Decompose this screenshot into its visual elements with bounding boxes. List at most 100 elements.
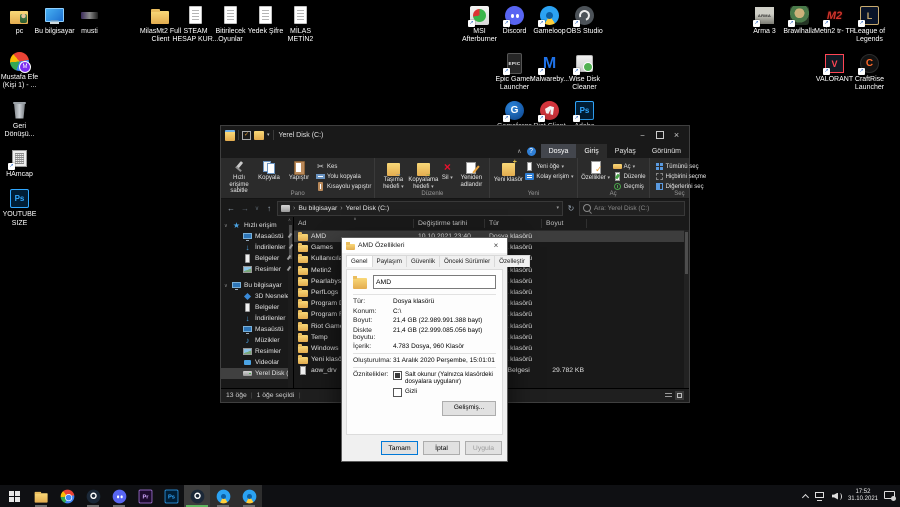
open-button[interactable]: Aç bbox=[612, 162, 646, 171]
desktop-icon[interactable]: Geri Dönüşü... bbox=[2, 99, 37, 140]
desktop-icon[interactable]: ARMA Arma 3 bbox=[747, 4, 782, 45]
dialog-tab[interactable]: Paylaşım bbox=[371, 255, 407, 267]
collapse-ribbon-icon[interactable] bbox=[517, 148, 521, 155]
desktop-icon[interactable]: pc bbox=[2, 4, 37, 36]
desktop-icon[interactable]: Discord bbox=[497, 4, 532, 45]
taskbar-app-button[interactable]: Ps bbox=[158, 485, 184, 507]
taskbar-app-button[interactable] bbox=[28, 485, 54, 507]
desktop-icon[interactable]: MİLAS METİN2 bbox=[283, 4, 318, 45]
desktop-icon[interactable]: Brawlhalla bbox=[782, 4, 817, 45]
taskbar-app-button[interactable] bbox=[210, 485, 236, 507]
delete-button[interactable]: Sil bbox=[438, 160, 456, 182]
search-box[interactable] bbox=[579, 200, 685, 216]
dialog-tab[interactable]: Genel bbox=[346, 255, 373, 267]
back-button[interactable]: ← bbox=[225, 204, 237, 213]
details-view-icon[interactable] bbox=[664, 391, 673, 400]
desktop-icon[interactable]: Yedek Şifre bbox=[248, 4, 283, 45]
new-folder-quick-icon[interactable] bbox=[254, 130, 264, 140]
desktop-icon[interactable]: C CraftRise Launcher bbox=[852, 52, 887, 93]
easy-access-button[interactable]: Kolay erişim bbox=[525, 172, 573, 181]
breadcrumb-this-pc[interactable]: Bu bilgisayar bbox=[298, 205, 337, 212]
taskbar-app-button[interactable] bbox=[54, 485, 80, 507]
column-header-date[interactable]: Değiştirme tarihi bbox=[414, 219, 485, 228]
sidebar-item[interactable]: İndirilenler bbox=[221, 242, 293, 253]
sidebar-item[interactable]: Masaüstü bbox=[221, 324, 293, 335]
dialog-title-bar[interactable]: AMD Özellikleri bbox=[342, 238, 507, 253]
desktop-icon[interactable]: Wise Disk Cleaner bbox=[567, 52, 602, 93]
sidebar-item[interactable]: Belgeler bbox=[221, 302, 293, 313]
paste-shortcut-button[interactable]: Kısayolu yapıştır bbox=[316, 182, 371, 191]
address-dropdown-icon[interactable] bbox=[556, 205, 559, 211]
desktop-icon[interactable]: STEAM HESAP KUR... bbox=[172, 4, 219, 45]
sidebar-item[interactable]: Resimler bbox=[221, 264, 293, 275]
up-button[interactable]: ↑ bbox=[263, 204, 275, 213]
dialog-close-icon[interactable] bbox=[489, 241, 503, 250]
action-center-icon[interactable] bbox=[884, 491, 896, 501]
sidebar-item[interactable]: Yerel Disk (C:) bbox=[221, 368, 293, 379]
pin-to-quick-access-button[interactable]: Hızlı erişime sabitle bbox=[224, 160, 254, 195]
sidebar-item[interactable]: Masaüstü bbox=[221, 231, 293, 242]
select-none-button[interactable]: Hiçbirini seçme bbox=[655, 172, 706, 181]
close-button[interactable] bbox=[668, 128, 685, 143]
large-icons-view-icon[interactable] bbox=[675, 391, 684, 400]
invert-selection-button[interactable]: Diğerlerini seç bbox=[655, 182, 707, 191]
cut-button[interactable]: Kes bbox=[316, 162, 371, 171]
taskbar-app-button[interactable] bbox=[184, 485, 210, 507]
readonly-checkbox-row[interactable]: Salt okunur (Yalnızca klasördeki dosyala… bbox=[393, 371, 496, 386]
sidebar-item[interactable]: Belgeler bbox=[221, 253, 293, 264]
ribbon-tab[interactable]: Paylaş bbox=[607, 144, 644, 158]
sidebar-item[interactable]: 3D Nesneler bbox=[221, 291, 293, 302]
desktop-icon[interactable]: EPIC Epic Games Launcher bbox=[495, 52, 534, 93]
ok-button[interactable]: Tamam bbox=[381, 441, 418, 455]
breadcrumb[interactable]: Bu bilgisayar Yerel Disk (C:) bbox=[277, 200, 563, 216]
advanced-button[interactable]: Gelişmiş... bbox=[442, 400, 496, 416]
title-bar[interactable]: Yerel Disk (C:) bbox=[221, 126, 689, 144]
desktop-icon[interactable]: V VALORANT bbox=[816, 52, 853, 93]
ribbon-tab[interactable]: Dosya bbox=[540, 144, 577, 158]
desktop-icon[interactable]: HAmcap bbox=[2, 147, 37, 179]
desktop-icon[interactable]: M2 Metin2 tr- TR bbox=[814, 4, 855, 45]
ribbon-tab[interactable]: Giriş bbox=[576, 144, 607, 158]
sidebar-item[interactable]: Bu bilgisayar bbox=[221, 280, 293, 291]
breadcrumb-local-disk[interactable]: Yerel Disk (C:) bbox=[346, 205, 390, 212]
taskbar-app-button[interactable] bbox=[80, 485, 106, 507]
help-icon[interactable] bbox=[526, 146, 536, 156]
sidebar-item[interactable]: Hızlı erişim bbox=[221, 220, 293, 231]
paste-button[interactable]: Yapıştır bbox=[284, 160, 314, 182]
quick-access-toolbar-caret-icon[interactable] bbox=[267, 132, 270, 138]
maximize-button[interactable] bbox=[651, 128, 668, 143]
cancel-button[interactable]: İptal bbox=[423, 441, 460, 455]
desktop-icon[interactable]: musti bbox=[72, 4, 107, 36]
desktop-icon[interactable]: OBS Studio bbox=[566, 4, 603, 45]
desktop-icon[interactable]: MSI Afterburner bbox=[462, 4, 497, 45]
desktop-icon[interactable]: L League of Legends bbox=[852, 4, 887, 45]
hidden-icons-chevron[interactable] bbox=[802, 494, 809, 499]
copy-path-button[interactable]: Yolu kopyala bbox=[316, 172, 371, 181]
file-list-scrollbar[interactable] bbox=[684, 230, 689, 388]
network-icon[interactable] bbox=[814, 491, 826, 501]
taskbar-app-button[interactable]: Pr bbox=[132, 485, 158, 507]
search-input[interactable] bbox=[594, 204, 681, 212]
taskbar-app-button[interactable] bbox=[106, 485, 132, 507]
new-item-button[interactable]: Yeni öğe bbox=[525, 162, 573, 171]
refresh-icon[interactable] bbox=[565, 204, 577, 213]
desktop-icon[interactable]: Gameloop bbox=[532, 4, 567, 45]
column-header-type[interactable]: Tür bbox=[485, 219, 542, 228]
hidden-checkbox[interactable] bbox=[393, 387, 402, 397]
desktop-icon[interactable]: Mustafa Efe (Kişi 1) - ... bbox=[1, 50, 38, 91]
desktop-icon[interactable]: Ps YOUTUBE SIZE bbox=[2, 187, 37, 228]
sidebar-item[interactable]: İndirilenler bbox=[221, 313, 293, 324]
start-button[interactable] bbox=[0, 485, 28, 507]
taskbar-clock[interactable]: 17:52 31.10.2021 bbox=[848, 489, 878, 504]
copy-button[interactable]: Kopyala bbox=[254, 160, 284, 182]
new-folder-button[interactable]: Yeni klasör bbox=[493, 159, 523, 184]
edit-button[interactable]: Düzenle bbox=[613, 172, 646, 181]
properties-quick-icon[interactable] bbox=[242, 130, 251, 140]
history-button[interactable]: Geçmiş bbox=[613, 182, 646, 191]
desktop-icon[interactable]: Bu bilgisayar bbox=[34, 4, 75, 36]
sidebar-item[interactable]: Müzikler bbox=[221, 335, 293, 346]
properties-button[interactable]: Özellikler bbox=[581, 160, 611, 182]
column-header-name[interactable]: Ad bbox=[294, 219, 414, 228]
sidebar-item[interactable]: Videolar bbox=[221, 357, 293, 368]
folder-name-input[interactable]: AMD bbox=[373, 275, 496, 289]
